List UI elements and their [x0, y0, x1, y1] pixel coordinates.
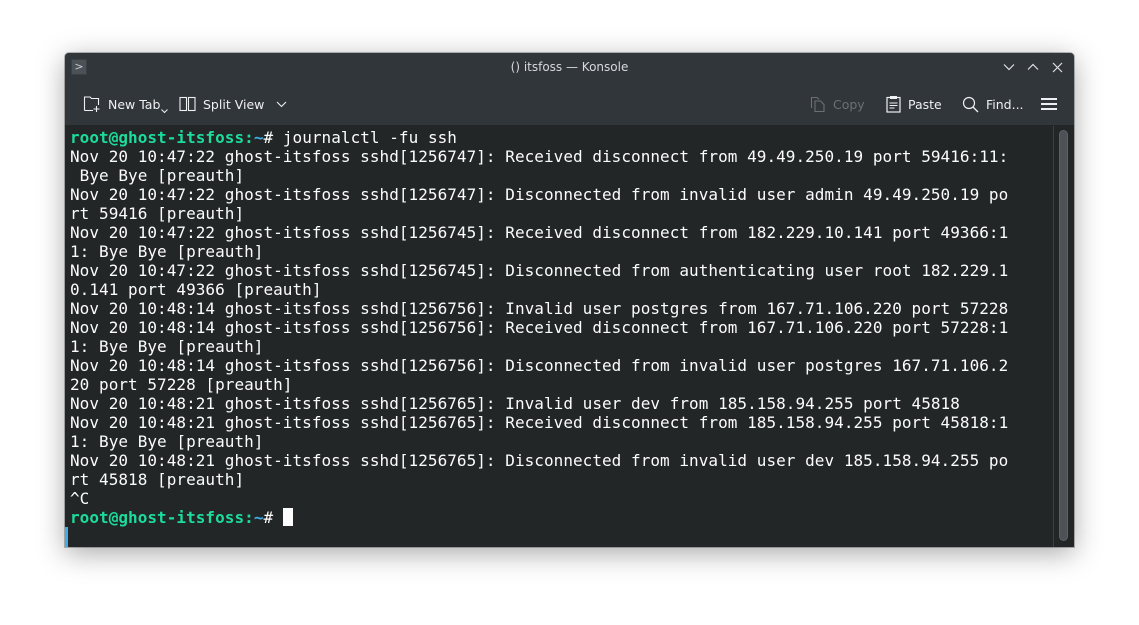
- copy-label: Copy: [833, 96, 865, 112]
- find-label: Find...: [986, 96, 1024, 112]
- log-line: Nov 20 10:48:14 ghost-itsfoss sshd[12567…: [70, 318, 1009, 337]
- log-line: rt 45818 [preauth]: [70, 470, 245, 489]
- dropdown-arrow-icon: [161, 108, 169, 113]
- minimize-button[interactable]: [1000, 58, 1018, 76]
- log-line: 1: Bye Bye [preauth]: [70, 242, 264, 261]
- log-line: rt 59416 [preauth]: [70, 204, 245, 223]
- log-output: Nov 20 10:47:22 ghost-itsfoss sshd[12567…: [70, 147, 1008, 508]
- chevron-up-icon: [1027, 63, 1039, 70]
- log-line: Nov 20 10:47:22 ghost-itsfoss sshd[12567…: [70, 185, 1009, 204]
- hamburger-menu-button[interactable]: [1041, 92, 1057, 116]
- paste-label: Paste: [908, 96, 942, 112]
- prompt-path: ~: [253, 128, 264, 147]
- prompt-symbol: #: [263, 508, 283, 527]
- vertical-scrollbar[interactable]: [1053, 126, 1074, 547]
- copy-button[interactable]: Copy: [810, 92, 865, 116]
- prompt: root@ghost-itsfoss:~#: [70, 508, 283, 527]
- chevron-down-icon: [276, 101, 287, 107]
- log-line: Nov 20 10:48:14 ghost-itsfoss sshd[12567…: [70, 299, 1009, 318]
- terminal-area[interactable]: root@ghost-itsfoss:~# journalctl -fu ssh…: [65, 126, 1074, 547]
- log-line: 0.141 port 49366 [preauth]: [70, 280, 322, 299]
- log-line: Nov 20 10:48:21 ghost-itsfoss sshd[12567…: [70, 451, 1009, 470]
- find-button[interactable]: Find...: [962, 92, 1024, 116]
- log-line: Nov 20 10:47:22 ghost-itsfoss sshd[12567…: [70, 223, 1009, 242]
- prompt-symbol: #: [263, 128, 283, 147]
- paste-button[interactable]: Paste: [886, 92, 942, 116]
- split-view-icon: [179, 96, 196, 112]
- split-view-button[interactable]: Split View: [179, 92, 287, 116]
- log-line: Nov 20 10:47:22 ghost-itsfoss sshd[12567…: [70, 147, 1009, 166]
- copy-icon: [810, 96, 825, 112]
- close-icon: [1052, 62, 1062, 72]
- log-line: 20 port 57228 [preauth]: [70, 375, 293, 394]
- prompt-separator: :: [244, 508, 254, 527]
- konsole-window: > () itsfoss — Konsole New Tab Split Vie…: [65, 53, 1074, 547]
- log-line: Bye Bye [preauth]: [79, 166, 245, 185]
- window-controls: [1000, 58, 1066, 76]
- hamburger-menu-icon: [1041, 98, 1057, 110]
- split-view-label: Split View: [203, 96, 265, 112]
- paste-icon: [886, 96, 901, 113]
- new-tab-icon: [83, 96, 100, 112]
- prompt-separator: :: [244, 128, 254, 147]
- toolbar: New Tab Split View Copy Paste Find...: [65, 81, 1074, 126]
- title-bar[interactable]: > () itsfoss — Konsole: [65, 53, 1074, 81]
- scrollbar-thumb[interactable]: [1059, 130, 1068, 541]
- prompt-user-host: root@ghost-itsfoss: [70, 508, 245, 527]
- prompt: root@ghost-itsfoss:~#: [70, 128, 283, 147]
- prompt-path: ~: [253, 508, 264, 527]
- command-text: journalctl -fu ssh: [282, 128, 457, 147]
- window-title: () itsfoss — Konsole: [510, 60, 629, 74]
- new-tab-button[interactable]: New Tab: [83, 92, 169, 116]
- log-line: ^C: [70, 489, 90, 508]
- terminal-output: root@ghost-itsfoss:~# journalctl -fu ssh…: [70, 128, 1008, 527]
- focus-indicator: [65, 527, 68, 547]
- text-cursor: [282, 508, 293, 526]
- maximize-button[interactable]: [1024, 58, 1042, 76]
- prompt-user-host: root@ghost-itsfoss: [70, 128, 245, 147]
- log-line: 1: Bye Bye [preauth]: [70, 337, 264, 356]
- search-icon: [962, 96, 979, 112]
- new-tab-label: New Tab: [108, 96, 161, 112]
- log-line: 1: Bye Bye [preauth]: [70, 432, 264, 451]
- close-button[interactable]: [1048, 58, 1066, 76]
- log-line: Nov 20 10:48:21 ghost-itsfoss sshd[12567…: [70, 413, 1009, 432]
- log-line: Nov 20 10:48:21 ghost-itsfoss sshd[12567…: [70, 394, 960, 413]
- log-line: Nov 20 10:47:22 ghost-itsfoss sshd[12567…: [70, 261, 1009, 280]
- log-line: Nov 20 10:48:14 ghost-itsfoss sshd[12567…: [70, 356, 1009, 375]
- chevron-down-icon: [1003, 64, 1015, 71]
